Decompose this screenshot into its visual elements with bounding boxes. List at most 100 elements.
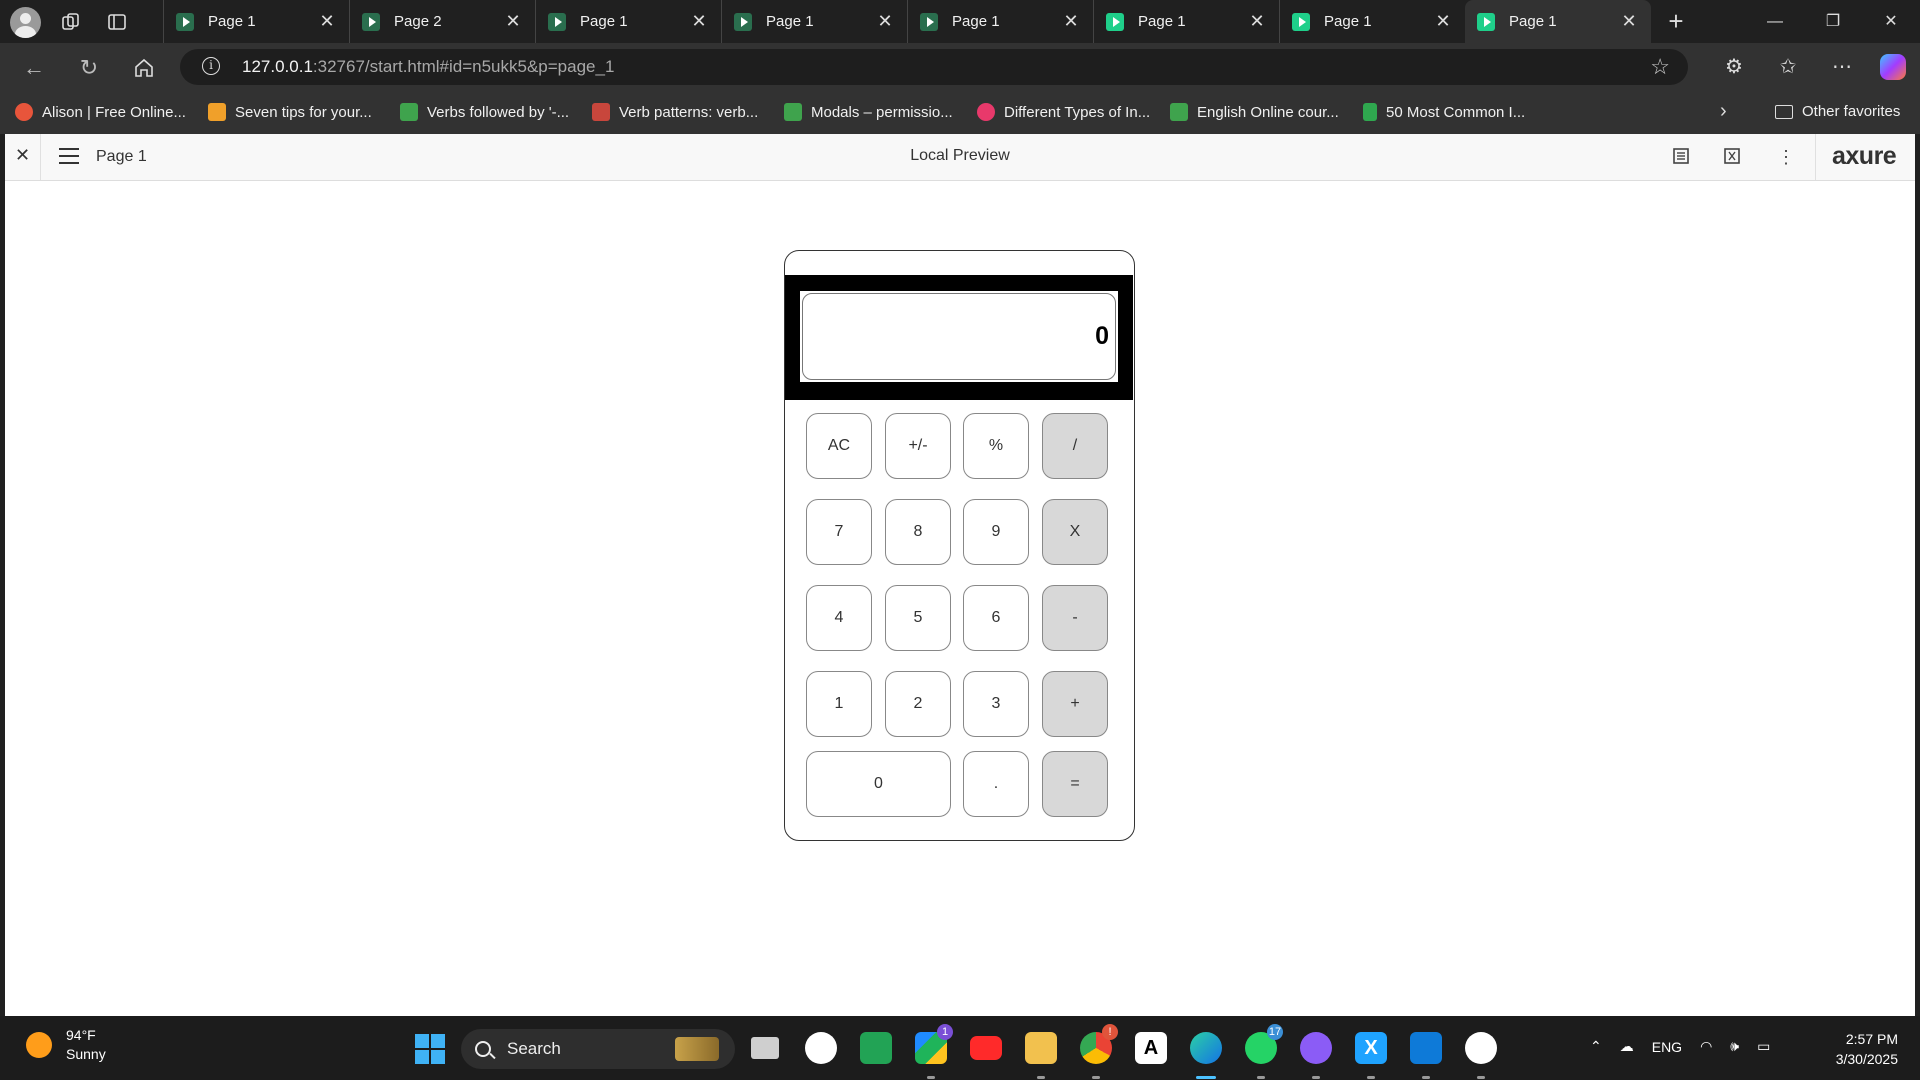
- key-8[interactable]: 8: [885, 499, 951, 565]
- key-6[interactable]: 6: [963, 585, 1029, 651]
- key-1[interactable]: 1: [806, 671, 872, 737]
- browser-toolbar-right: ⚙ ✩ ⋯: [1718, 51, 1920, 83]
- favorite-link[interactable]: Alison | Free Online...: [15, 103, 186, 121]
- wifi-icon[interactable]: ◠: [1700, 1038, 1712, 1055]
- browser-tab[interactable]: Page 1 ✕: [163, 0, 349, 43]
- address-field[interactable]: i 127.0.0.1:32767/start.html#id=n5ukk5&p…: [180, 49, 1688, 85]
- key-plus[interactable]: +: [1042, 671, 1108, 737]
- language-indicator[interactable]: ENG: [1652, 1039, 1682, 1055]
- cambridge-icon: [592, 103, 610, 121]
- key-decimal[interactable]: .: [963, 751, 1029, 817]
- key-3[interactable]: 3: [963, 671, 1029, 737]
- refresh-icon[interactable]: ↻: [73, 52, 105, 84]
- close-window-icon[interactable]: ✕: [1862, 0, 1920, 43]
- axure-tab-icon: [548, 12, 566, 31]
- task-view-icon[interactable]: [751, 1037, 779, 1059]
- copilot-icon[interactable]: [1880, 54, 1906, 80]
- other-favorites[interactable]: Other favorites: [1775, 103, 1900, 120]
- more-vertical-icon[interactable]: ⋮: [1775, 146, 1797, 168]
- close-tab-icon[interactable]: ✕: [1619, 11, 1639, 32]
- classroom-icon[interactable]: [860, 1032, 892, 1064]
- favorite-link[interactable]: Verbs followed by '-...: [400, 103, 569, 121]
- bookmark-site-icon: [977, 103, 995, 121]
- key-7[interactable]: 7: [806, 499, 872, 565]
- google-drive-icon[interactable]: 1: [915, 1024, 953, 1079]
- browser-tab[interactable]: Page 1 ✕: [1093, 0, 1279, 43]
- youtube-icon[interactable]: [970, 1036, 1002, 1060]
- github-desktop-icon[interactable]: [1300, 1032, 1332, 1079]
- windows-start-icon[interactable]: [415, 1034, 445, 1064]
- taskbar-search[interactable]: Search: [461, 1029, 735, 1069]
- minimize-icon[interactable]: —: [1746, 0, 1804, 43]
- profile-avatar[interactable]: [10, 6, 41, 38]
- tab-title: Page 1: [1138, 13, 1186, 30]
- chevron-right-icon[interactable]: ›: [1720, 100, 1727, 123]
- home-icon[interactable]: [128, 52, 160, 84]
- font-app-icon[interactable]: A: [1135, 1032, 1167, 1064]
- key-ac[interactable]: AC: [806, 413, 872, 479]
- close-tab-icon[interactable]: ✕: [503, 11, 523, 32]
- key-2[interactable]: 2: [885, 671, 951, 737]
- whatsapp-icon[interactable]: 17: [1245, 1024, 1283, 1079]
- key-equals[interactable]: =: [1042, 751, 1108, 817]
- favorite-link[interactable]: Seven tips for your...: [208, 103, 372, 121]
- key-4[interactable]: 4: [806, 585, 872, 651]
- browser-tab-active[interactable]: Page 1 ✕: [1465, 0, 1651, 43]
- notes-icon[interactable]: [1670, 146, 1692, 168]
- close-tab-icon[interactable]: ✕: [1247, 11, 1267, 32]
- more-options-icon[interactable]: ⋯: [1826, 51, 1858, 83]
- browser-tab[interactable]: Page 2 ✕: [349, 0, 535, 43]
- key-divide[interactable]: /: [1042, 413, 1108, 479]
- weather-condition: Sunny: [66, 1046, 106, 1062]
- clock[interactable]: 2:57 PM 3/30/2025: [1836, 1029, 1898, 1069]
- file-explorer-icon[interactable]: [1025, 1032, 1057, 1079]
- weather-widget[interactable]: 94°F Sunny: [26, 1026, 106, 1064]
- favorite-link[interactable]: English Online cour...: [1170, 103, 1339, 121]
- tab-actions-icon[interactable]: [101, 6, 133, 38]
- site-info-icon[interactable]: i: [202, 57, 220, 75]
- close-tab-icon[interactable]: ✕: [317, 11, 337, 32]
- key-9[interactable]: 9: [963, 499, 1029, 565]
- extensions-icon[interactable]: ⚙: [1718, 51, 1750, 83]
- key-percent[interactable]: %: [963, 413, 1029, 479]
- workspaces-icon[interactable]: [55, 6, 87, 38]
- axure-tab-icon: [362, 12, 380, 31]
- browser-tab[interactable]: Page 1 ✕: [1279, 0, 1465, 43]
- key-minus[interactable]: -: [1042, 585, 1108, 651]
- close-tab-icon[interactable]: ✕: [875, 11, 895, 32]
- favorites-icon[interactable]: ✩: [1772, 51, 1804, 83]
- favorite-link[interactable]: Modals – permissio...: [784, 103, 953, 121]
- volume-icon[interactable]: 🕪: [1730, 1038, 1739, 1055]
- battery-icon[interactable]: ▭: [1757, 1038, 1770, 1055]
- github-icon[interactable]: [805, 1032, 837, 1064]
- edge-icon[interactable]: [1190, 1032, 1222, 1079]
- axure-rp-icon[interactable]: X: [1355, 1032, 1387, 1079]
- close-tab-icon[interactable]: ✕: [1433, 11, 1453, 32]
- key-5[interactable]: 5: [885, 585, 951, 651]
- favorite-link[interactable]: 50 Most Common I...: [1363, 103, 1525, 121]
- favorite-star-icon[interactable]: ☆: [1650, 54, 1670, 80]
- time: 2:57 PM: [1845, 1031, 1898, 1047]
- favorite-link[interactable]: Verb patterns: verb...: [592, 103, 758, 121]
- inspect-icon[interactable]: [1721, 146, 1743, 168]
- onedrive-icon[interactable]: ☁: [1620, 1038, 1634, 1055]
- close-tab-icon[interactable]: ✕: [1061, 11, 1081, 32]
- vscode-icon[interactable]: [1410, 1032, 1442, 1079]
- browser-tab[interactable]: Page 1 ✕: [535, 0, 721, 43]
- close-tab-icon[interactable]: ✕: [689, 11, 709, 32]
- browser-tab[interactable]: Page 1 ✕: [721, 0, 907, 43]
- key-0[interactable]: 0: [806, 751, 951, 817]
- key-sign[interactable]: +/-: [885, 413, 951, 479]
- browser-tab[interactable]: Page 1 ✕: [907, 0, 1093, 43]
- alison-icon: [15, 103, 33, 121]
- favorites-bar: Alison | Free Online... Seven tips for y…: [0, 92, 1920, 134]
- restore-icon[interactable]: ❐: [1804, 0, 1862, 43]
- back-arrow-icon[interactable]: ←: [18, 52, 50, 84]
- key-multiply[interactable]: X: [1042, 499, 1108, 565]
- chevron-up-icon[interactable]: ⌃: [1590, 1038, 1602, 1055]
- favorite-link[interactable]: Different Types of In...: [977, 103, 1150, 121]
- new-tab-button[interactable]: +: [1660, 6, 1692, 38]
- speed-app-icon[interactable]: [1465, 1032, 1497, 1079]
- chrome-icon[interactable]: !: [1080, 1024, 1118, 1079]
- tab-title: Page 1: [580, 13, 628, 30]
